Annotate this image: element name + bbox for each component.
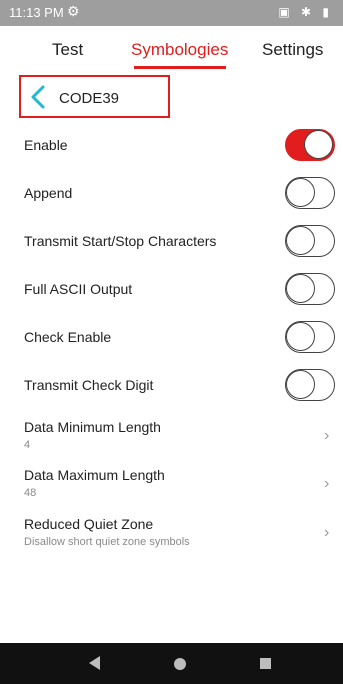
setting-label: Reduced Quiet Zone — [24, 516, 154, 532]
setting-label: Data Maximum Length — [24, 467, 165, 483]
setting-label: Check Enable — [24, 329, 112, 345]
nav-back-icon[interactable] — [89, 656, 100, 670]
nav-recent-icon[interactable] — [260, 658, 271, 669]
tab-symbologies[interactable]: Symbologies — [131, 40, 228, 60]
status-time: 11:13 PM — [9, 5, 64, 20]
full-ascii-toggle[interactable] — [285, 273, 335, 305]
setting-row-transmit-start-stop[interactable]: Transmit Start/Stop Characters — [0, 225, 343, 257]
setting-row-full-ascii[interactable]: Full ASCII Output — [0, 273, 343, 305]
setting-value: Disallow short quiet zone symbols — [24, 536, 190, 548]
toggle-knob — [286, 322, 315, 351]
toggle-knob — [304, 130, 333, 159]
check-enable-toggle[interactable] — [285, 321, 335, 353]
status-bar: 11:13 PM ⚙ ▣ ✱ ▮ — [0, 0, 343, 26]
setting-label: Enable — [24, 137, 68, 153]
toggle-knob — [286, 178, 315, 207]
gear-icon: ⚙ — [67, 3, 80, 19]
active-tab-indicator — [134, 66, 226, 69]
toggle-knob — [286, 370, 315, 399]
transmit-start-stop-toggle[interactable] — [285, 225, 335, 257]
toggle-knob — [286, 274, 315, 303]
setting-label: Full ASCII Output — [24, 281, 133, 297]
setting-label: Data Minimum Length — [24, 419, 161, 435]
symbology-header: CODE39 — [19, 75, 170, 118]
setting-row-check-enable[interactable]: Check Enable — [0, 321, 343, 353]
chevron-right-icon: › — [324, 524, 330, 541]
tab-settings[interactable]: Settings — [262, 40, 323, 60]
enable-toggle[interactable] — [285, 129, 335, 161]
transmit-check-digit-toggle[interactable] — [285, 369, 335, 401]
setting-label: Transmit Check Digit — [24, 377, 154, 393]
page-title: CODE39 — [59, 90, 120, 107]
chevron-right-icon: › — [324, 427, 330, 444]
setting-row-enable[interactable]: Enable — [0, 129, 343, 161]
setting-row-data-max-length[interactable]: Data Maximum Length 48 › — [0, 465, 343, 505]
setting-row-transmit-check-digit[interactable]: Transmit Check Digit — [0, 369, 343, 401]
setting-row-append[interactable]: Append — [0, 177, 343, 209]
setting-row-data-min-length[interactable]: Data Minimum Length 4 › — [0, 417, 343, 457]
setting-value: 4 — [24, 439, 31, 451]
tab-bar: Test Symbologies Settings — [0, 26, 343, 74]
chevron-left-icon[interactable] — [28, 84, 48, 110]
setting-label: Append — [24, 185, 73, 201]
setting-label: Transmit Start/Stop Characters — [24, 233, 217, 249]
setting-row-reduced-quiet-zone[interactable]: Reduced Quiet Zone Disallow short quiet … — [0, 514, 343, 554]
status-icons: ▣ ✱ ▮ — [278, 5, 333, 19]
tab-test[interactable]: Test — [52, 40, 83, 60]
append-toggle[interactable] — [285, 177, 335, 209]
setting-value: 48 — [24, 487, 37, 499]
toggle-knob — [286, 226, 315, 255]
chevron-right-icon: › — [324, 475, 330, 492]
nav-home-icon[interactable] — [174, 658, 186, 670]
navigation-bar — [0, 643, 343, 684]
